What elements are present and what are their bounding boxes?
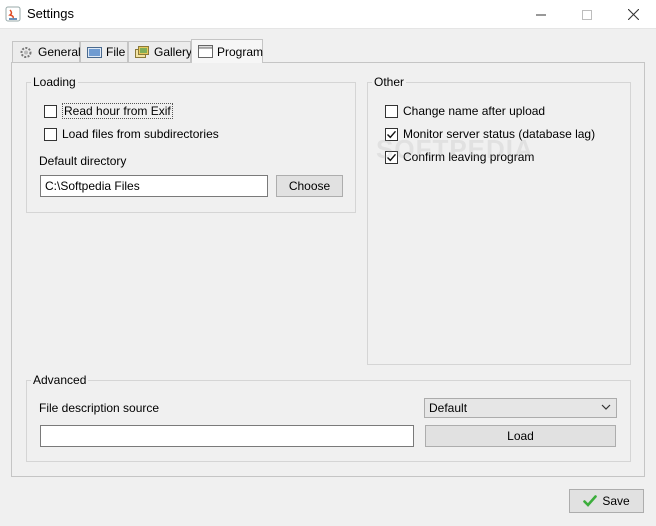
maximize-icon <box>582 9 592 20</box>
checkmark-icon <box>387 153 397 161</box>
default-directory-field[interactable]: C:\Softpedia Files <box>40 175 268 197</box>
window-icon <box>198 45 213 58</box>
save-label: Save <box>602 494 630 508</box>
tab-label: Program <box>217 44 264 59</box>
tab-program[interactable]: Program <box>191 39 263 63</box>
confirm-leaving-checkbox[interactable] <box>385 150 398 164</box>
file-description-path-field[interactable] <box>40 425 414 447</box>
read-hour-exif-option[interactable]: Read hour from Exif <box>44 103 173 119</box>
title-bar: Settings <box>0 0 656 29</box>
load-subdirs-option[interactable]: Load files from subdirectories <box>44 126 219 142</box>
close-icon <box>627 9 639 20</box>
window-title: Settings <box>27 6 74 21</box>
load-button[interactable]: Load <box>425 425 616 447</box>
advanced-group: Advanced File description source Default… <box>26 373 631 462</box>
monitor-status-checkbox[interactable] <box>385 127 398 141</box>
group-title: Loading <box>31 75 78 89</box>
close-button[interactable] <box>610 0 656 29</box>
select-value: Default <box>429 401 468 415</box>
confirm-leaving-option[interactable]: Confirm leaving program <box>385 149 534 165</box>
tab-label: General <box>38 45 81 59</box>
change-name-checkbox[interactable] <box>385 104 398 118</box>
image-icon <box>87 46 102 58</box>
tab-general[interactable]: General <box>12 41 81 62</box>
tab-panel-program: Loading Read hour from Exif Load files f… <box>11 62 645 477</box>
checkmark-icon <box>583 495 598 507</box>
checkbox-label: Change name after upload <box>403 104 546 118</box>
checkbox-label: Load files from subdirectories <box>62 127 219 141</box>
checkbox-label: Read hour from Exif <box>62 103 173 119</box>
other-group: Other Change name after upload Monitor s… <box>367 75 631 365</box>
minimize-button[interactable] <box>518 0 564 29</box>
maximize-button[interactable] <box>564 0 610 29</box>
tab-file[interactable]: File <box>80 41 128 62</box>
java-app-icon <box>5 6 21 22</box>
gallery-icon <box>135 45 149 58</box>
file-description-source-label: File description source <box>39 401 160 415</box>
group-title: Advanced <box>31 373 89 387</box>
tab-gallery[interactable]: Gallery <box>128 41 193 62</box>
chevron-down-icon <box>601 404 611 410</box>
monitor-status-option[interactable]: Monitor server status (database lag) <box>385 126 595 142</box>
read-hour-exif-checkbox[interactable] <box>44 104 57 118</box>
loading-group: Loading Read hour from Exif Load files f… <box>26 75 356 213</box>
checkbox-label: Confirm leaving program <box>403 150 535 164</box>
gear-icon <box>20 46 32 58</box>
file-description-source-select[interactable]: Default <box>424 398 617 418</box>
default-directory-label: Default directory <box>39 154 127 168</box>
save-button[interactable]: Save <box>569 489 644 513</box>
change-name-option[interactable]: Change name after upload <box>385 103 545 119</box>
checkbox-label: Monitor server status (database lag) <box>403 127 596 141</box>
load-subdirs-checkbox[interactable] <box>44 127 57 141</box>
group-title: Other <box>372 75 407 89</box>
tab-label: File <box>106 45 126 59</box>
choose-button[interactable]: Choose <box>276 175 343 197</box>
checkmark-icon <box>387 130 397 138</box>
minimize-icon <box>536 14 546 15</box>
tab-label: Gallery <box>154 45 193 59</box>
